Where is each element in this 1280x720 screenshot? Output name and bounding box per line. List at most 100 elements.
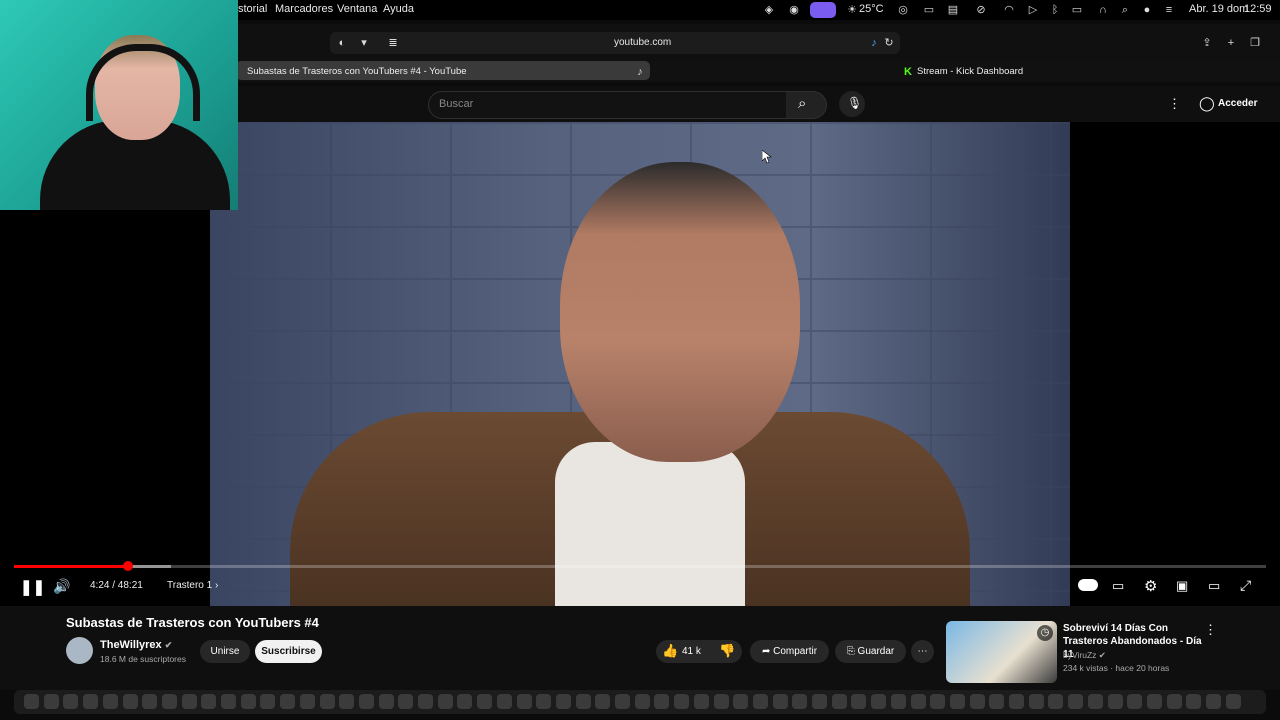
dock-app-icon[interactable] [280,694,296,709]
dock-app-icon[interactable] [1028,694,1044,709]
new-tab-icon[interactable]: + [1225,37,1237,49]
menu-item-bookmarks[interactable]: Marcadores [275,3,333,15]
scrubber-handle[interactable] [122,561,133,571]
tab-youtube-label[interactable]: Subastas de Trasteros con YouTubers #4 -… [247,66,467,77]
dock-app-icon[interactable] [555,694,571,709]
headphones-icon[interactable]: ∩ [1097,4,1109,16]
autoplay-toggle[interactable] [1078,579,1098,591]
dock-app-icon[interactable] [221,694,236,709]
share-icon[interactable]: ⇪ [1201,37,1213,49]
tab-mute-icon[interactable]: ♪ [634,66,646,78]
dock-app-icon[interactable] [1186,694,1202,709]
audio-playing-icon[interactable]: ♪ [868,37,880,49]
dock-app-icon[interactable] [181,694,197,709]
extension-icon[interactable]: ▾ [358,37,370,49]
dock-app-icon[interactable] [910,694,926,709]
channel-name[interactable]: TheWillyrex ✔ [100,639,172,651]
menu-item-help[interactable]: Ayuda [383,3,414,15]
dock-app-icon[interactable] [831,694,847,709]
dock-app-icon[interactable] [1068,694,1084,709]
dock-app-icon[interactable] [1127,694,1143,709]
dislike-icon[interactable]: 👎 [719,643,735,659]
dock-app-icon[interactable] [339,694,355,709]
dock-app-icon[interactable] [930,694,946,709]
miniplayer-icon[interactable]: ▣ [1176,578,1188,594]
brave-shield-icon[interactable]: ◐ [336,37,348,49]
search-input[interactable]: Buscar [428,91,788,119]
join-button[interactable]: Unirse [200,640,250,663]
dock-app-icon[interactable] [1166,694,1182,709]
dock-app-icon[interactable] [102,694,118,709]
dock-app-icon[interactable] [851,694,867,709]
airplay-icon[interactable]: ▭ [1208,578,1220,594]
dock-app-icon[interactable] [24,694,39,709]
dock-app-icon[interactable] [536,694,552,709]
tab-kick-label[interactable]: Stream - Kick Dashboard [917,66,1023,77]
share-button[interactable]: ➦ Compartir [750,640,829,663]
search-icon[interactable]: ⌕ [1119,4,1131,16]
chapter-title[interactable]: Trastero 1 › [167,580,218,591]
dock-app-icon[interactable] [949,694,965,709]
control-center-icon[interactable]: ≡ [1163,4,1175,16]
dock-app-icon[interactable] [122,694,138,709]
dock-app-icon[interactable] [733,694,749,709]
like-icon[interactable]: 👍 [662,643,678,659]
dock-app-icon[interactable] [299,694,315,709]
wifi-icon[interactable]: ◠ [1003,4,1015,16]
like-count[interactable]: 41 k [682,646,701,657]
dock-app-icon[interactable] [496,694,512,709]
dock-app-icon[interactable] [142,694,158,709]
dock-app-icon[interactable] [812,694,827,709]
dock-app-icon[interactable] [161,694,177,709]
dock-app-icon[interactable] [989,694,1005,709]
reload-icon[interactable]: ↻ [883,37,895,49]
battery-icon[interactable]: ▭ [1071,4,1083,16]
discord-icon[interactable]: ◉ [788,4,800,16]
bluetooth-icon[interactable]: ᛒ [1049,4,1061,16]
recommended-menu-icon[interactable]: ⋮ [1204,622,1217,638]
steam-icon[interactable]: ◈ [763,4,775,16]
dock-app-icon[interactable] [713,694,729,709]
menu-item-history[interactable]: storial [238,3,267,15]
play-icon[interactable]: ▷ [1027,4,1039,16]
block-icon[interactable]: ⊘ [975,4,987,16]
reader-icon[interactable]: ≣ [387,37,399,49]
progress-bar[interactable] [14,561,1266,571]
voice-search-button[interactable]: 🎙 [839,91,865,117]
display-icon[interactable]: ▤ [947,4,959,16]
dock-app-icon[interactable] [63,694,79,709]
search-button[interactable]: ⌕ [786,91,827,119]
more-actions-button[interactable]: ⋯ [911,640,934,663]
recommended-thumbnail[interactable]: ◷ [946,621,1057,683]
channel-avatar[interactable] [66,637,93,664]
save-button[interactable]: ⎘ Guardar [835,640,906,663]
pause-button[interactable]: ❚❚ [20,578,45,596]
subtitles-icon[interactable]: ▭ [1112,578,1124,594]
sign-in-button[interactable]: Acceder [1218,98,1257,109]
dock-app-icon[interactable] [792,694,808,709]
dock-app-icon[interactable] [969,694,985,709]
dock-app-icon[interactable] [654,694,670,709]
menubar-time[interactable]: 12:59 [1244,3,1272,15]
settings-gear-icon[interactable]: ⚙ [1144,577,1157,595]
dock-app-icon[interactable] [1048,694,1064,709]
temperature[interactable]: 25°C [859,3,884,15]
siri-icon[interactable]: ● [1141,4,1153,16]
dock-app-icon[interactable] [871,694,887,709]
weather-icon[interactable]: ☀ [846,4,858,16]
url-text[interactable]: youtube.com [614,37,671,48]
dock-app-icon[interactable] [378,694,394,709]
stream-icon[interactable] [810,2,836,18]
fullscreen-icon[interactable]: ⤢ [1240,577,1251,594]
dock-app-icon[interactable] [260,694,276,709]
dock-app-icon[interactable] [1009,694,1024,709]
menu-item-window[interactable]: Ventana [337,3,377,15]
dock-app-icon[interactable] [1225,694,1241,709]
dock-app-icon[interactable] [240,694,256,709]
dock-app-icon[interactable] [674,694,690,709]
tab-overview-icon[interactable]: ❐ [1249,37,1261,49]
dock-app-icon[interactable] [1206,694,1221,709]
dock-app-icon[interactable] [43,694,59,709]
dock-app-icon[interactable] [201,694,217,709]
recommended-channel[interactable]: byViruZz ✔ [1063,650,1106,661]
